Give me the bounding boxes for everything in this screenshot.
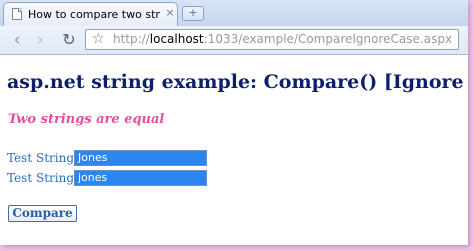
result-message: Two strings are equal bbox=[8, 112, 165, 127]
page-content: asp.net string example: Compare() [Ignor… bbox=[0, 55, 468, 245]
star-icon[interactable]: ☆ bbox=[92, 31, 108, 48]
back-arrow-icon[interactable]: ‹ bbox=[7, 30, 27, 50]
browser-window: How to compare two string... × + ‹ › ↻ ☆… bbox=[0, 0, 468, 245]
compare-button[interactable]: Compare bbox=[8, 205, 77, 222]
tab-title: How to compare two string... bbox=[28, 8, 160, 21]
browser-tab[interactable]: How to compare two string... × bbox=[3, 2, 178, 26]
page-icon bbox=[12, 8, 22, 20]
forward-arrow-icon[interactable]: › bbox=[30, 30, 50, 50]
address-bar[interactable]: ☆ http://localhost:1033/example/CompareI… bbox=[85, 29, 459, 50]
test-string2-label: Test String2 bbox=[7, 171, 82, 185]
url-path: :1033/example/CompareIgnoreCase.aspx bbox=[203, 32, 453, 46]
test-string2-input[interactable]: jones bbox=[74, 170, 207, 186]
tab-strip: How to compare two string... × + bbox=[0, 0, 468, 26]
url-host: localhost bbox=[149, 32, 204, 46]
close-icon[interactable]: × bbox=[164, 6, 176, 20]
new-tab-button[interactable]: + bbox=[182, 6, 204, 21]
reload-icon[interactable]: ↻ bbox=[59, 30, 79, 50]
browser-toolbar: ‹ › ↻ ☆ http://localhost:1033/example/Co… bbox=[0, 26, 468, 55]
page-title: asp.net string example: Compare() [Ignor… bbox=[7, 71, 468, 93]
url-scheme: http:// bbox=[113, 32, 150, 46]
test-string1-label: Test String1 bbox=[7, 151, 82, 165]
test-string1-input[interactable]: Jones bbox=[74, 150, 207, 166]
url-text: http://localhost:1033/example/CompareIgn… bbox=[113, 32, 452, 47]
